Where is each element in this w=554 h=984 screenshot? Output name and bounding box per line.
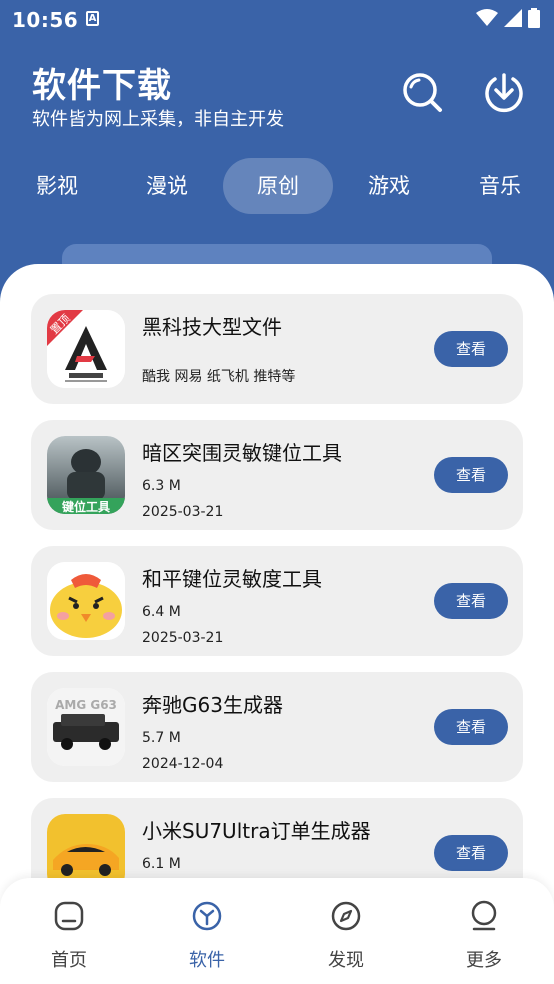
tab-youxi[interactable]: 游戏 [334, 158, 444, 214]
app-icon [47, 562, 125, 640]
battery-icon [528, 8, 540, 28]
notification-icon: A [86, 11, 99, 26]
page-title: 软件下载 [32, 66, 172, 106]
icon-caption: AMG G63 [55, 698, 117, 712]
nav-label: 首页 [51, 950, 87, 971]
nav-more[interactable]: 更多 [415, 878, 553, 984]
view-button[interactable]: 查看 [434, 709, 508, 745]
tab-manshuo[interactable]: 漫说 [112, 158, 222, 214]
app-name: 小米SU7Ultra订单生成器 [142, 819, 371, 843]
view-button[interactable]: 查看 [434, 835, 508, 871]
list-item[interactable]: AMG G63 奔驰G63生成器 5.7 M 2024-12-04 查看 [31, 672, 523, 782]
search-button[interactable] [400, 70, 444, 114]
app-icon: 键位工具 [47, 436, 125, 514]
status-bar: 10:56 A [0, 0, 554, 40]
nav-label: 更多 [466, 950, 502, 971]
tab-yuanchuang[interactable]: 原创 [223, 158, 333, 214]
app-name: 暗区突围灵敏键位工具 [142, 441, 342, 465]
wifi-icon [476, 9, 498, 26]
app-size: 5.7 M [142, 730, 181, 746]
page-subtitle: 软件皆为网上采集，非自主开发 [32, 109, 284, 130]
nav-label: 发现 [328, 950, 364, 971]
download-icon [485, 73, 523, 113]
app-date: 2024-12-04 [142, 756, 224, 772]
home-icon [54, 901, 84, 931]
app-size: 6.3 M [142, 478, 181, 494]
view-button[interactable]: 查看 [434, 331, 508, 367]
app-name: 黑科技大型文件 [142, 315, 282, 339]
view-button[interactable]: 查看 [434, 457, 508, 493]
app-size: 6.4 M [142, 604, 181, 620]
tab-yingshi[interactable]: 影视 [2, 158, 112, 214]
search-icon [403, 73, 442, 112]
header: 10:56 A 软件下载 软件皆为网上采集，非自主开发 影视 漫说 原创 游戏 … [0, 0, 554, 304]
app-date: 2025-03-21 [142, 504, 224, 520]
signal-icon [504, 9, 522, 27]
status-icons [476, 8, 540, 28]
view-button[interactable]: 查看 [434, 583, 508, 619]
category-tabs: 影视 漫说 原创 游戏 音乐 [0, 158, 554, 214]
nav-home[interactable]: 首页 [0, 878, 138, 984]
bottom-nav: 首页 软件 发现 更多 [0, 878, 554, 984]
list-item[interactable]: 键位工具 暗区突围灵敏键位工具 6.3 M 2025-03-21 查看 [31, 420, 523, 530]
app-name: 奔驰G63生成器 [142, 693, 283, 717]
app-name: 和平键位灵敏度工具 [142, 567, 322, 591]
icon-caption: 键位工具 [61, 500, 110, 514]
list-item[interactable]: 和平键位灵敏度工具 6.4 M 2025-03-21 查看 [31, 546, 523, 656]
app-icon: AMG G63 [47, 688, 125, 766]
more-icon [471, 900, 497, 931]
app-description: 酷我 网易 纸飞机 推特等 [142, 369, 296, 385]
compass-icon [331, 901, 361, 931]
app-date: 2025-03-21 [142, 630, 224, 646]
software-icon [192, 901, 222, 931]
app-size: 6.1 M [142, 856, 181, 872]
app-icon: 置顶 [47, 310, 125, 388]
nav-software[interactable]: 软件 [138, 878, 276, 984]
download-button[interactable] [482, 70, 526, 114]
nav-discover[interactable]: 发现 [277, 878, 415, 984]
status-time: 10:56 [12, 8, 79, 32]
list-item[interactable]: 置顶 黑科技大型文件 酷我 网易 纸飞机 推特等 查看 [31, 294, 523, 404]
tab-yinyue[interactable]: 音乐 [445, 158, 554, 214]
app-list: 置顶 黑科技大型文件 酷我 网易 纸飞机 推特等 查看 键位工具 暗区突围灵敏键… [0, 264, 554, 984]
nav-label: 软件 [189, 950, 225, 971]
